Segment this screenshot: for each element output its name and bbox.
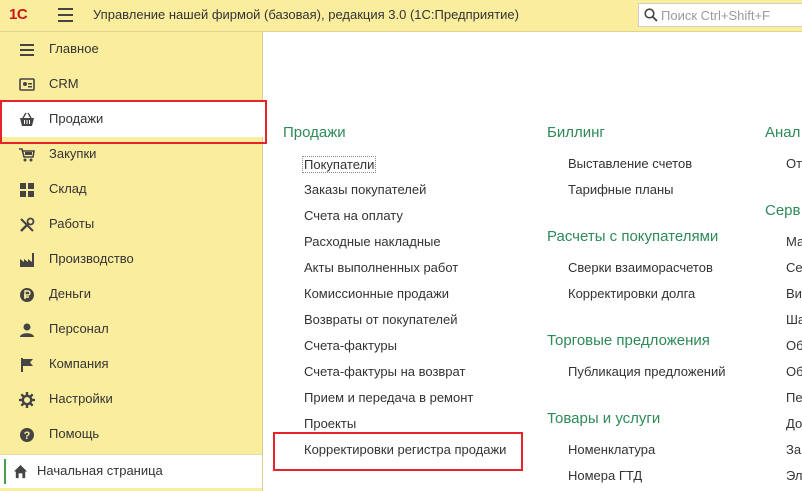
sidebar-item-staff[interactable]: Персонал (0, 312, 263, 347)
link-reconciliations[interactable]: Сверки взаиморасчетов (568, 260, 713, 275)
link-customers[interactable]: Покупатели (302, 156, 377, 173)
cart-icon (19, 148, 35, 162)
section-title-billing: Биллинг (547, 124, 605, 141)
sidebar-item-main[interactable]: Главное (0, 32, 263, 67)
window-title: Управление нашей фирмой (базовая), редак… (93, 7, 519, 22)
sidebar-item-label: Деньги (49, 286, 91, 301)
link-tax-invoices[interactable]: Счета-фактуры (304, 338, 397, 353)
link-debt-adjustments[interactable]: Корректировки долга (568, 286, 695, 301)
link-service-item[interactable]: Ви (786, 286, 802, 301)
top-bar: 1С Управление нашей фирмой (базовая), ре… (0, 0, 802, 32)
crm-icon (19, 78, 35, 91)
section-title-service: Серв (765, 202, 801, 219)
home-icon (13, 464, 28, 479)
link-tariff-plans[interactable]: Тарифные планы (568, 182, 674, 197)
section-title-sales: Продажи (283, 124, 346, 141)
warehouse-icon (20, 183, 34, 197)
sidebar-item-works[interactable]: Работы (0, 207, 263, 242)
factory-icon (20, 253, 34, 267)
link-service-item[interactable]: До (786, 416, 802, 431)
link-work-acts[interactable]: Акты выполненных работ (304, 260, 458, 275)
sidebar-item-label: Продажи (49, 111, 104, 126)
link-nomenclature[interactable]: Номенклатура (568, 442, 655, 457)
search-box[interactable] (638, 3, 802, 27)
link-publish-offers[interactable]: Публикация предложений (568, 364, 726, 379)
tools-icon (20, 217, 35, 232)
help-icon: ? (20, 428, 34, 442)
sidebar-item-label: Помощь (49, 426, 100, 441)
sidebar-item-crm[interactable]: CRM (0, 67, 263, 102)
sidebar-item-sales[interactable]: Продажи (0, 102, 263, 137)
search-icon (644, 8, 658, 22)
sidebar-item-label: Главное (49, 41, 99, 56)
link-service-item[interactable]: Пе (786, 390, 802, 405)
sidebar-item-label: Работы (49, 216, 95, 231)
sidebar-item-warehouse[interactable]: Склад (0, 172, 263, 207)
active-indicator (4, 459, 6, 484)
sidebar-item-label: CRM (49, 76, 79, 91)
coin-icon (20, 288, 34, 302)
sidebar-item-settings[interactable]: Настройки (0, 382, 263, 417)
link-customer-orders[interactable]: Заказы покупателей (304, 182, 426, 197)
menu-icon[interactable] (58, 8, 73, 22)
link-return-tax-invoices[interactable]: Счета-фактуры на возврат (304, 364, 465, 379)
link-billing-invoices[interactable]: Выставление счетов (568, 156, 692, 171)
link-service-item[interactable]: Об (786, 364, 802, 379)
sidebar-item-label: Начальная страница (37, 463, 163, 478)
section-title-analysis: Анал (765, 124, 801, 141)
section-title-settlements: Расчеты с покупателями (547, 228, 719, 245)
link-sales-register-adjustments[interactable]: Корректировки регистра продажи (304, 442, 506, 457)
sidebar: Главное CRM Продажи Закупки Склад Работы… (0, 32, 263, 491)
link-repair-transfer[interactable]: Прием и передача в ремонт (304, 390, 473, 405)
sidebar-item-production[interactable]: Производство (0, 242, 263, 277)
person-icon (20, 323, 34, 337)
link-invoices-for-payment[interactable]: Счета на оплату (304, 208, 403, 223)
sidebar-item-purchases[interactable]: Закупки (0, 137, 263, 172)
basket-icon (20, 112, 34, 126)
link-service-item[interactable]: Эл (786, 468, 802, 483)
section-title-offers: Торговые предложения (547, 332, 710, 349)
link-projects[interactable]: Проекты (304, 416, 356, 431)
link-service-item[interactable]: Се (786, 260, 802, 275)
link-customs-numbers[interactable]: Номера ГТД (568, 468, 642, 483)
sidebar-item-money[interactable]: Деньги (0, 277, 263, 312)
sidebar-item-label: Компания (49, 356, 109, 371)
list-icon (20, 44, 34, 56)
sidebar-item-label: Склад (49, 181, 87, 196)
link-customer-returns[interactable]: Возвраты от покупателей (304, 312, 458, 327)
sidebar-item-company[interactable]: Компания (0, 347, 263, 382)
sidebar-item-label: Закупки (49, 146, 97, 161)
link-commission-sales[interactable]: Комиссионные продажи (304, 286, 449, 301)
sidebar-item-label: Настройки (49, 391, 113, 406)
link-service-item[interactable]: Ша (786, 312, 802, 327)
sidebar-item-label: Производство (49, 251, 134, 266)
link-service-item[interactable]: Ма (786, 234, 802, 249)
section-title-goods: Товары и услуги (547, 410, 661, 427)
link-analysis-item[interactable]: От (786, 156, 802, 171)
sidebar-item-label: Персонал (49, 321, 109, 336)
search-input[interactable] (661, 6, 799, 24)
gear-icon (19, 392, 35, 408)
svg-text:?: ? (24, 430, 31, 442)
link-service-item[interactable]: За (786, 442, 801, 457)
link-service-item[interactable]: Об (786, 338, 802, 353)
flag-icon (21, 358, 33, 372)
app-logo[interactable]: 1С (9, 6, 28, 23)
sidebar-item-home[interactable]: Начальная страница (0, 454, 262, 488)
sidebar-item-help[interactable]: ? Помощь (0, 417, 263, 452)
link-sales-invoices[interactable]: Расходные накладные (304, 234, 441, 249)
